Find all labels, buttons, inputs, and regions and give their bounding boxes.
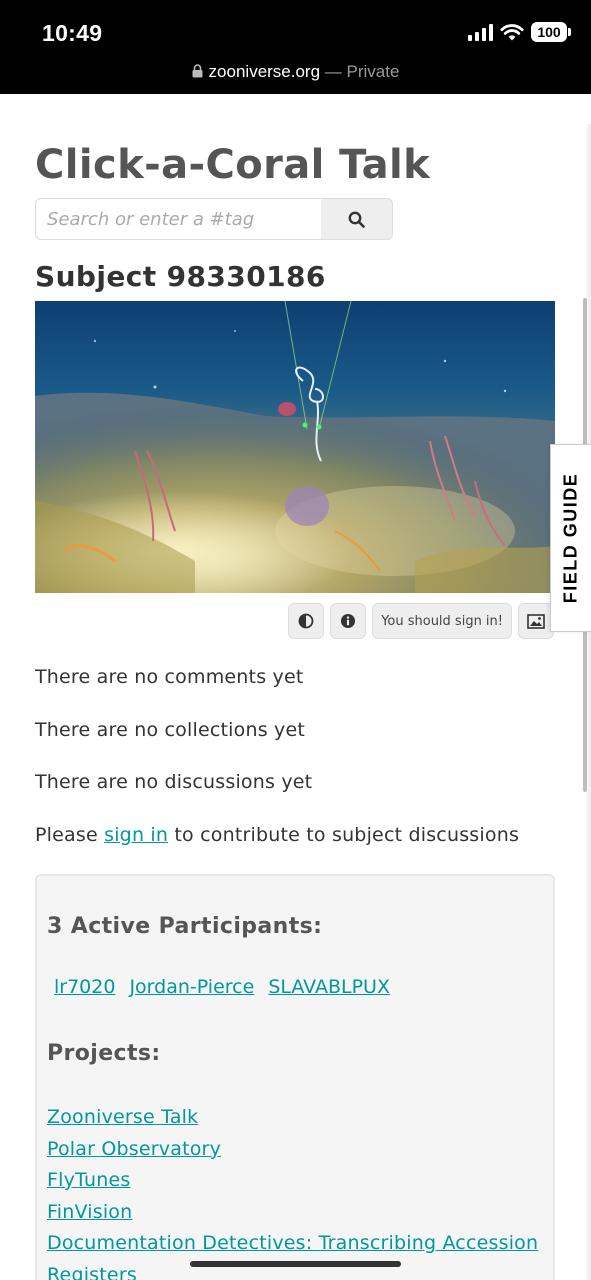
project-link[interactable]: FlyTunes: [47, 1165, 538, 1197]
subject-image[interactable]: [35, 301, 555, 593]
battery-icon: 100: [531, 22, 571, 42]
wifi-icon: [500, 24, 524, 41]
status-bar: 10:49 100 zooniverse.org — Private: [0, 0, 591, 94]
sign-in-prompt: Please sign in to contribute to subject …: [35, 824, 519, 846]
collect-image-button[interactable]: [518, 603, 554, 639]
lock-icon: [192, 64, 203, 78]
subject-title: Subject 98330186: [35, 260, 326, 293]
image-toolbar: You should sign in!: [288, 603, 554, 639]
home-indicator[interactable]: [190, 1261, 401, 1267]
image-icon: [527, 613, 545, 629]
seafloor-photo: [35, 301, 555, 593]
contrast-icon: [298, 613, 314, 629]
project-link[interactable]: FinVision: [47, 1197, 538, 1229]
sign-in-link[interactable]: sign in: [104, 824, 168, 846]
search-icon: [348, 211, 365, 228]
participant-link[interactable]: Jordan-Pierce: [129, 976, 254, 998]
search-bar: [35, 198, 393, 240]
projects-heading: Projects:: [47, 1041, 161, 1066]
participant-link[interactable]: SLAVABLPUX: [268, 976, 390, 998]
info-button[interactable]: [330, 603, 367, 639]
search-button[interactable]: [321, 199, 392, 239]
address-bar[interactable]: zooniverse.org — Private: [0, 62, 591, 82]
participants-heading: 3 Active Participants:: [47, 914, 323, 939]
cellular-signal-icon: [468, 23, 493, 41]
project-link[interactable]: Polar Observatory: [47, 1134, 538, 1166]
url-text: zooniverse.org: [208, 62, 321, 81]
talk-sidebar-panel: 3 Active Participants: lr7020 Jordan-Pie…: [35, 874, 555, 1280]
field-guide-tab[interactable]: FIELD GUIDE: [550, 444, 591, 632]
no-discussions-text: There are no discussions yet: [35, 771, 313, 793]
page-title: Click-a-Coral Talk: [35, 142, 431, 188]
project-link[interactable]: Documentation Detectives: Transcribing A…: [47, 1228, 538, 1260]
projects-list: Zooniverse Talk Polar Observatory FlyTun…: [47, 1102, 538, 1280]
private-label: — Private: [324, 62, 400, 81]
clock: 10:49: [42, 20, 103, 46]
project-link[interactable]: Zooniverse Talk: [47, 1102, 538, 1134]
please-text: Please: [35, 824, 98, 846]
field-guide-label: FIELD GUIDE: [560, 472, 581, 604]
info-icon: [341, 614, 356, 628]
search-input[interactable]: [36, 199, 321, 239]
contribute-text: to contribute to subject discussions: [174, 824, 520, 846]
sign-in-prompt-button[interactable]: You should sign in!: [372, 603, 512, 639]
no-comments-text: There are no comments yet: [35, 666, 304, 688]
participant-link[interactable]: lr7020: [54, 976, 115, 998]
invert-button[interactable]: [288, 603, 325, 639]
status-icons: 100: [468, 22, 571, 42]
page-content: Click-a-Coral Talk Subject 98330186: [0, 94, 591, 1280]
participants-list: lr7020 Jordan-Pierce SLAVABLPUX: [54, 976, 390, 998]
no-collections-text: There are no collections yet: [35, 719, 306, 741]
